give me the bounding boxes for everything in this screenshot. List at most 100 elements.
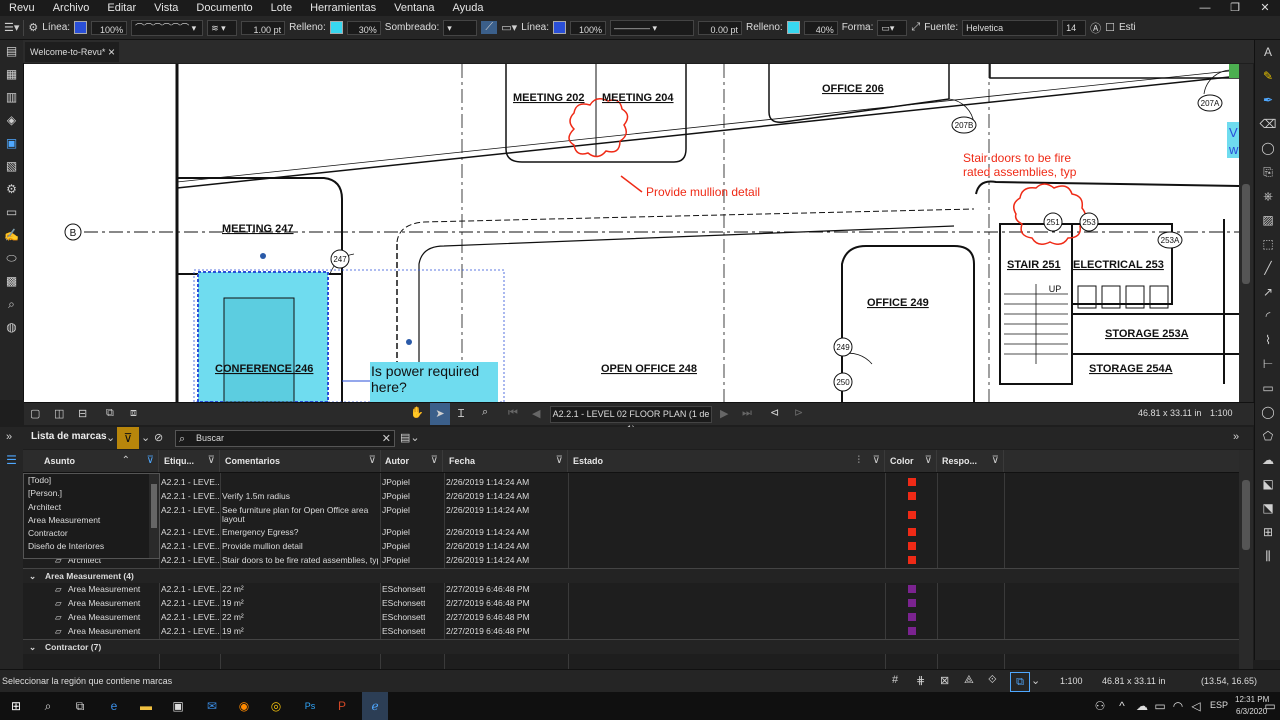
dropdown-scroll-thumb[interactable] bbox=[151, 484, 157, 528]
column-subject[interactable]: Asunto ⌃ ⊽ bbox=[23, 450, 159, 472]
properties-icon[interactable]: ▧ bbox=[0, 155, 23, 178]
markup-scroll-thumb[interactable] bbox=[1242, 480, 1250, 550]
callout-text-line1[interactable]: Is power required bbox=[371, 363, 479, 379]
menu-ayuda[interactable]: Ayuda bbox=[443, 2, 492, 14]
table-row[interactable]: ▱ Area Measurement A2.2.1 - LEVE... 19 m² ES… bbox=[23, 596, 1239, 610]
markup-list-title[interactable]: Lista de marcas bbox=[31, 431, 107, 442]
task-view-icon[interactable]: ⧉ bbox=[70, 696, 90, 716]
chrome-icon[interactable]: ◎ bbox=[266, 696, 286, 716]
cloud-tool-icon[interactable]: ☁ bbox=[1255, 448, 1280, 472]
table-row[interactable]: ▱ Area Measurement A2.2.1 - LEVE... 22 m² ES… bbox=[23, 610, 1239, 624]
arrow-tool-icon[interactable]: ↗ bbox=[1255, 280, 1280, 304]
ellipse-tool-icon[interactable]: ◯ bbox=[1255, 400, 1280, 424]
fill-color-swatch[interactable] bbox=[329, 21, 343, 34]
callout-handle[interactable] bbox=[406, 339, 412, 345]
pen-tool-icon[interactable]: ✒ bbox=[1255, 88, 1280, 112]
select-text-icon[interactable]: Ɪ bbox=[458, 406, 464, 421]
column-author[interactable]: Autor ⊽ bbox=[381, 450, 443, 472]
status-filter-icon[interactable]: ⊽ bbox=[873, 450, 880, 472]
sync-mode-icon[interactable]: ⧉ bbox=[1010, 672, 1030, 692]
highlight-tool-icon[interactable]: ✎ bbox=[1255, 64, 1280, 88]
subject-filter-dropdown[interactable]: [Todo] [Person.] Architect Area Measurem… bbox=[23, 473, 160, 559]
battery-icon[interactable]: ▭ bbox=[1150, 696, 1170, 716]
mail-icon[interactable]: ✉ bbox=[202, 696, 222, 716]
line2-color-swatch[interactable] bbox=[553, 21, 566, 34]
forward-view-icon[interactable]: ⊳ bbox=[794, 406, 803, 419]
signature-icon[interactable]: ✍ bbox=[0, 224, 23, 247]
revision-cloud-mullion[interactable] bbox=[568, 98, 629, 158]
area-tool-icon[interactable]: ⬕ bbox=[1255, 472, 1280, 496]
people-icon[interactable]: ⚇ bbox=[1090, 696, 1110, 716]
rectangle-tool-icon[interactable]: ▭ bbox=[1255, 376, 1280, 400]
column-status[interactable]: Estado ⫶ ⊽ bbox=[569, 450, 885, 472]
shape-tool-icon[interactable]: ◯ bbox=[1255, 136, 1280, 160]
table-row[interactable]: ▱ArchitectA2.2.1 - LEVE...Provide mullio… bbox=[23, 539, 1239, 553]
menu-archivo[interactable]: Archivo bbox=[44, 2, 99, 14]
offset-input[interactable]: 0.00 pt bbox=[698, 20, 742, 35]
text-tool-icon[interactable]: A bbox=[1255, 40, 1280, 64]
menu-documento[interactable]: Documento bbox=[187, 2, 261, 14]
note-stair-doors-1[interactable]: Stair doors to be fire bbox=[963, 151, 1071, 165]
minimize-button[interactable]: — bbox=[1190, 0, 1220, 16]
cloud-tray-icon[interactable]: ☁ bbox=[1132, 696, 1152, 716]
snap-grid-icon[interactable]: ⋕ bbox=[916, 674, 925, 687]
image-tool-icon[interactable]: ▨ bbox=[1255, 208, 1280, 232]
hatch-dropdown[interactable]: ≋ ▾ bbox=[207, 19, 238, 36]
filter-option-architect[interactable]: Architect bbox=[24, 501, 159, 514]
cloud-style-dropdown[interactable]: ⌒⌒⌒⌒⌒⌒ ▾ bbox=[131, 19, 204, 36]
link-view-icon[interactable]: ⧈ bbox=[130, 407, 137, 420]
menu-lote[interactable]: Lote bbox=[262, 2, 301, 14]
polygon-tool-icon[interactable]: ⬠ bbox=[1255, 424, 1280, 448]
partial-green-markup[interactable] bbox=[1229, 64, 1239, 78]
dropdown-scrollbar[interactable] bbox=[149, 474, 159, 558]
line2-opacity-input[interactable]: 100% bbox=[570, 20, 606, 35]
search-icon[interactable]: ⌕ bbox=[38, 696, 58, 716]
note-stair-doors-2[interactable]: rated assemblies, typ bbox=[963, 165, 1077, 179]
filter-option-area-measurement[interactable]: Area Measurement bbox=[24, 514, 159, 527]
expand-panel-icon[interactable]: » bbox=[1233, 431, 1239, 443]
tag-icon[interactable]: ⬭ bbox=[0, 247, 23, 270]
list-options-icon[interactable]: ▤⌄ bbox=[400, 431, 420, 444]
font-dropdown[interactable]: Helvetica bbox=[962, 19, 1059, 36]
line-opacity-input[interactable]: 100% bbox=[91, 20, 128, 35]
checkbox-icon[interactable]: ☐ bbox=[1105, 21, 1115, 34]
menu-revu[interactable]: Revu bbox=[0, 2, 44, 14]
search-box[interactable]: ⌕ Buscar ✕ bbox=[175, 430, 395, 447]
markup-handle[interactable] bbox=[260, 253, 266, 259]
document-tab[interactable]: Welcome-to-Revu* × bbox=[25, 42, 119, 62]
responsible-filter-icon[interactable]: ⊽ bbox=[992, 450, 999, 472]
windows-start-icon[interactable]: ⊞ bbox=[6, 696, 26, 716]
table-row[interactable]: ▱ Area Measurement A2.2.1 - LEVE... 22 m² ES… bbox=[23, 582, 1239, 596]
first-page-icon[interactable]: ⏮ bbox=[508, 407, 518, 420]
table-row[interactable]: ▱ Area Measurement A2.2.1 - LEVE... 19 m² ES… bbox=[23, 624, 1239, 638]
scrollbar-thumb[interactable] bbox=[1242, 184, 1250, 284]
table-row[interactable]: ▱A2.2.1 - LEVE...JPopiel2/26/2019 1:14:2… bbox=[23, 475, 1239, 489]
group-row[interactable]: ⌄ Area Measurement (4) bbox=[23, 568, 1239, 583]
drawing-vertical-scrollbar[interactable] bbox=[1239, 64, 1253, 402]
polyline-tool-icon[interactable]: ⌇ bbox=[1255, 328, 1280, 352]
split-horizontal-icon[interactable]: ⊟ bbox=[78, 407, 87, 420]
status-options-icon[interactable]: ⫶ bbox=[858, 450, 861, 472]
pan-tool-icon[interactable]: ✋ bbox=[410, 406, 424, 419]
clear-search-icon[interactable]: ✕ bbox=[382, 432, 391, 447]
group-row[interactable]: ⌄ Contractor (7) bbox=[23, 639, 1239, 654]
snap-content-icon[interactable]: ⊠ bbox=[940, 674, 949, 687]
table-row[interactable]: ▱A2.2.1 - LEVE...Verify 1.5m radiusJPopi… bbox=[23, 489, 1239, 503]
toolbar-menu-icon[interactable]: ☰▾ bbox=[4, 21, 19, 34]
powerpoint-icon[interactable]: P bbox=[332, 696, 352, 716]
leader-icon[interactable]: ⟋ bbox=[481, 21, 498, 34]
callout-tool-icon[interactable]: ⎘ bbox=[1255, 160, 1280, 184]
stamp-tool-icon[interactable]: ⎈ bbox=[1255, 184, 1280, 208]
grid-icon[interactable]: # bbox=[892, 674, 898, 686]
dimension-tool-icon[interactable]: ⊢ bbox=[1255, 352, 1280, 376]
table-row[interactable]: ▱ Architect A2.2.1 - LEVE... Stair doors to… bbox=[23, 553, 1239, 567]
stroke-width-input[interactable]: 1.00 pt bbox=[241, 20, 286, 35]
split-vertical-icon[interactable]: ◫ bbox=[54, 407, 64, 420]
volume-icon[interactable]: ◁ bbox=[1186, 696, 1206, 716]
line-style-dropdown[interactable]: ———— ▾ bbox=[610, 19, 694, 36]
filter-option-person[interactable]: [Person.] bbox=[24, 487, 159, 500]
expand-group-icon[interactable]: ⌄ bbox=[29, 569, 36, 583]
last-page-icon[interactable]: ⏭ bbox=[742, 407, 752, 420]
studio-icon[interactable]: ◍ bbox=[0, 316, 23, 339]
expand-group-icon[interactable]: ⌄ bbox=[29, 640, 36, 654]
